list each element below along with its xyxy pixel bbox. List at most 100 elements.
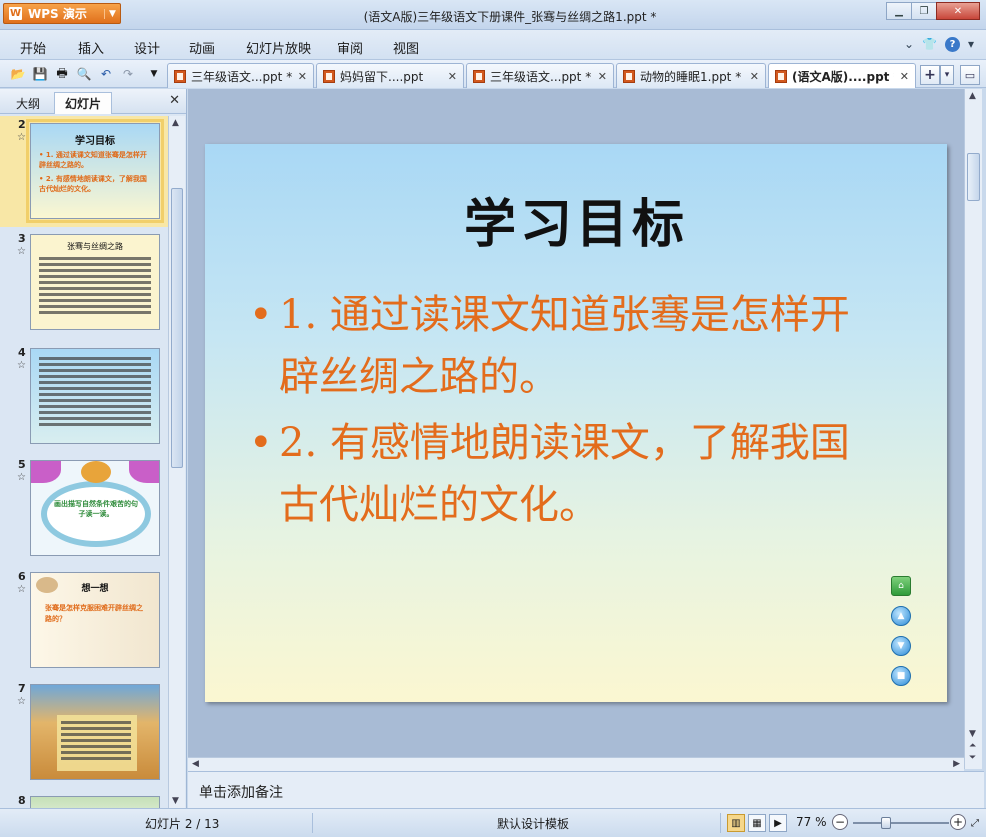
close-tab-icon[interactable]: ✕	[448, 70, 457, 83]
close-tab-icon[interactable]: ✕	[598, 70, 607, 83]
animation-star-icon: ☆	[17, 584, 26, 595]
ppt-file-icon	[174, 69, 186, 83]
status-bar: 幻灯片 2 / 13 默认设计模板 ▥ ▦ ▶ 77 % − + ⤢	[0, 808, 986, 837]
menu-review[interactable]: 审阅	[337, 38, 363, 57]
app-menu-button[interactable]: W WPS 演示 ▼	[3, 3, 121, 24]
scroll-up-icon[interactable]: ▲	[172, 118, 179, 128]
slide-nav-buttons: ⌂ ▲ ▼ ■	[891, 576, 913, 696]
slide-thumbnail[interactable]	[30, 348, 160, 444]
menu-insert[interactable]: 插入	[78, 38, 104, 57]
nav-up-icon[interactable]: ▲	[891, 606, 911, 626]
redo-icon[interactable]: ↷	[120, 66, 136, 82]
scroll-right-icon[interactable]: ▶	[953, 759, 960, 769]
scroll-thumb[interactable]	[967, 153, 980, 201]
thumbnail-row[interactable]: 3 ☆ 张骞与丝绸之路	[0, 230, 168, 336]
zoom-slider-knob[interactable]	[881, 817, 891, 829]
design-template-name[interactable]: 默认设计模板	[497, 815, 569, 832]
cartoon-face	[81, 461, 111, 483]
maximize-button[interactable]: ❐	[911, 2, 937, 20]
undo-icon[interactable]: ↶	[98, 66, 114, 82]
bullet-1[interactable]: • 1. 通过读课文知道张骞是怎样开辟丝绸之路的。	[249, 284, 889, 408]
animation-star-icon: ☆	[17, 696, 26, 707]
ppt-file-icon	[775, 69, 787, 83]
tab-slides[interactable]: 幻灯片	[54, 92, 113, 114]
zoom-level: 77 %	[796, 815, 827, 829]
thumbnail-row[interactable]: 5 ☆ 画出描写自然条件艰苦的句子读一读。	[0, 456, 168, 562]
print-icon[interactable]: 🖶	[54, 66, 70, 82]
slide-thumbnail[interactable]: 画出描写自然条件艰苦的句子读一读。	[30, 460, 160, 556]
close-tab-icon[interactable]: ✕	[900, 70, 909, 83]
menu-design[interactable]: 设计	[134, 38, 160, 57]
scroll-up-icon[interactable]: ▲	[969, 91, 976, 101]
menu-animation[interactable]: 动画	[189, 38, 215, 57]
notes-placeholder: 单击添加备注	[199, 785, 283, 801]
notes-pane[interactable]: 单击添加备注	[188, 771, 984, 808]
close-tab-icon[interactable]: ✕	[298, 70, 307, 83]
help-icon[interactable]: ?	[944, 37, 960, 52]
close-button[interactable]: ✕	[936, 2, 980, 20]
menu-slideshow[interactable]: 幻灯片放映	[246, 38, 311, 57]
slide-thumbnail[interactable]: 想一想 张骞是怎样克服困难开辟丝绸之路的？	[30, 572, 160, 668]
home-icon[interactable]: ⌂	[891, 576, 911, 596]
slide-sorter-icon[interactable]: ▦	[748, 814, 766, 832]
prev-slide-icon[interactable]: ⏶	[969, 741, 976, 751]
save-icon[interactable]: 💾	[32, 66, 48, 82]
wing-decoration	[129, 461, 159, 483]
scroll-down-icon[interactable]: ▼	[969, 729, 976, 739]
skin-icon[interactable]: 👕	[922, 37, 937, 52]
thumbnail-row[interactable]: 8	[0, 792, 168, 808]
bullet-2[interactable]: • 2. 有感情地朗读课文，了解我国古代灿烂的文化。	[249, 412, 889, 536]
slide-thumbnail[interactable]: 张骞与丝绸之路	[30, 234, 160, 330]
print-preview-icon[interactable]: 🔍	[76, 66, 92, 82]
window-layout-icon[interactable]: ▭	[960, 65, 980, 85]
quick-toolbar: 📂 💾 🖶 🔍 ↶ ↷ ▼ 三年级语文...ppt * ✕ 妈妈留下....pp…	[0, 60, 986, 88]
scroll-thumb[interactable]	[171, 188, 183, 468]
thumbnail-row[interactable]: 2 ☆ 学习目标 • 1. 通过读课文知道张骞是怎样开辟丝绸之路的。 • 2. …	[0, 116, 168, 227]
new-tab-button[interactable]: +	[920, 65, 940, 85]
doc-tab-2[interactable]: 妈妈留下....ppt ✕	[316, 63, 464, 88]
slide-canvas[interactable]: 学习目标 • 1. 通过读课文知道张骞是怎样开辟丝绸之路的。 • 2. 有感情地…	[205, 144, 947, 702]
open-icon[interactable]: 📂	[10, 66, 26, 82]
thumbnail-scrollbar[interactable]: ▲ ▼	[168, 116, 185, 808]
slide-thumbnail[interactable]	[30, 684, 160, 780]
zoom-in-button[interactable]: +	[950, 814, 966, 830]
editor-vertical-scrollbar[interactable]: ▲ ▼ ⏶ ⏷	[964, 89, 982, 769]
normal-view-icon[interactable]: ▥	[727, 814, 745, 832]
slideshow-view-icon[interactable]: ▶	[769, 814, 787, 832]
slide-counter: 幻灯片 2 / 13	[145, 817, 220, 831]
menu-view[interactable]: 视图	[393, 38, 419, 57]
customize-toolbar-icon[interactable]: ▼	[146, 66, 162, 82]
fit-window-icon[interactable]: ⤢	[968, 814, 982, 832]
thumbnail-row[interactable]: 7 ☆	[0, 680, 168, 786]
scroll-down-icon[interactable]: ▼	[172, 796, 179, 806]
collapse-ribbon-icon[interactable]: ⌄	[904, 37, 914, 52]
slide-thumbnail[interactable]	[30, 796, 160, 808]
close-tab-icon[interactable]: ✕	[750, 70, 759, 83]
doc-tab-1[interactable]: 三年级语文...ppt * ✕	[167, 63, 314, 88]
doc-tab-3[interactable]: 三年级语文...ppt * ✕	[466, 63, 614, 88]
animation-star-icon: ☆	[17, 472, 26, 483]
thumbnail-row[interactable]: 4 ☆	[0, 344, 168, 450]
ppt-file-icon	[473, 69, 485, 83]
slide-title[interactable]: 学习目标	[205, 182, 947, 257]
animation-star-icon: ☆	[17, 360, 26, 371]
editor-horizontal-scrollbar[interactable]: ◀ ▶	[188, 757, 964, 771]
doc-tab-5-active[interactable]: (语文A版)....ppt * ✕	[768, 63, 916, 88]
tab-list-dropdown[interactable]: ▾	[940, 65, 954, 85]
next-slide-icon[interactable]: ⏷	[969, 753, 976, 763]
nav-stop-icon[interactable]: ■	[891, 666, 911, 686]
help-dropdown-icon[interactable]: ▾	[968, 37, 974, 52]
scroll-left-icon[interactable]: ◀	[192, 759, 199, 769]
zoom-out-button[interactable]: −	[832, 814, 848, 830]
slide-thumbnail[interactable]: 学习目标 • 1. 通过读课文知道张骞是怎样开辟丝绸之路的。 • 2. 有感情地…	[26, 119, 164, 223]
menu-home[interactable]: 开始	[20, 38, 46, 57]
doc-tab-4[interactable]: 动物的睡眠1.ppt * ✕	[616, 63, 766, 88]
zoom-slider[interactable]	[853, 817, 949, 829]
animation-star-icon: ☆	[17, 132, 26, 143]
minimize-button[interactable]: ▁	[886, 2, 912, 20]
close-panel-icon[interactable]: ✕	[169, 93, 180, 108]
nav-down-icon[interactable]: ▼	[891, 636, 911, 656]
thumbnail-row[interactable]: 6 ☆ 想一想 张骞是怎样克服困难开辟丝绸之路的？	[0, 568, 168, 674]
ppt-file-icon	[323, 69, 335, 83]
tab-outline[interactable]: 大纲	[6, 92, 50, 114]
